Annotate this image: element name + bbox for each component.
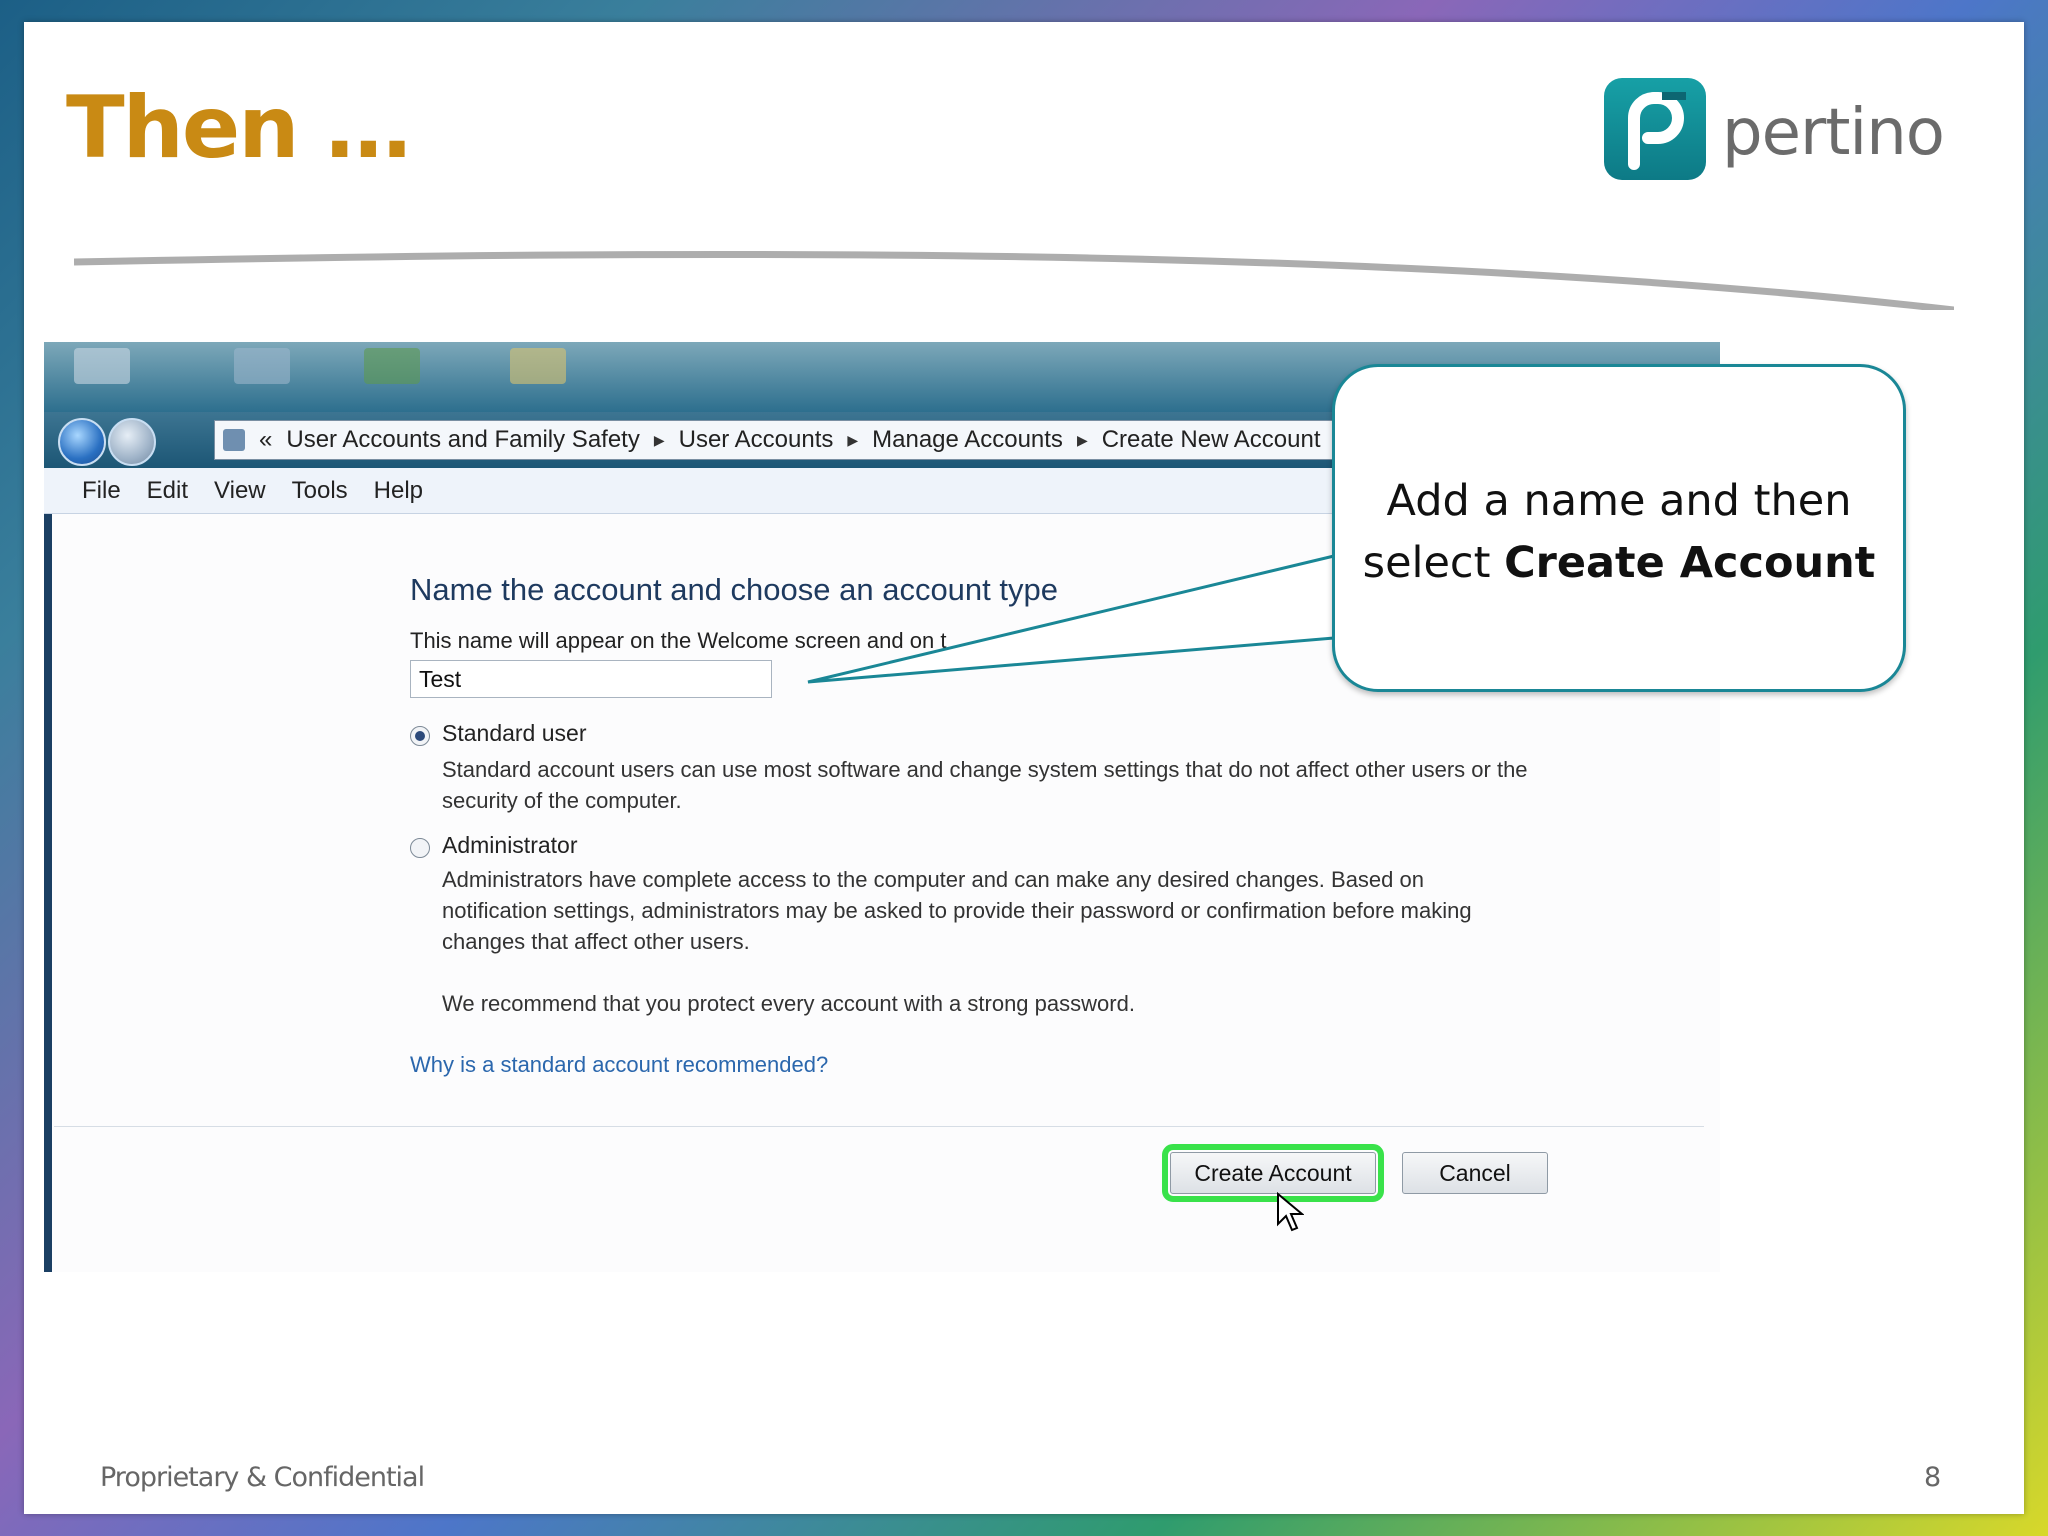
standard-account-help-link[interactable]: Why is a standard account recommended?	[410, 1052, 828, 1078]
callout-text: Add a name and then select Create Accoun…	[1332, 470, 1906, 594]
back-arrow-icon[interactable]	[58, 418, 106, 466]
menu-help[interactable]: Help	[374, 477, 423, 505]
footer-confidential: Proprietary & Confidential	[100, 1462, 425, 1493]
desktop-icon	[364, 348, 420, 384]
desktop-icon	[234, 348, 290, 384]
callout-line-2-prefix: select	[1362, 538, 1505, 588]
control-panel-icon	[223, 429, 245, 451]
breadcrumb-item[interactable]: User Accounts and Family Safety	[286, 426, 639, 454]
breadcrumb[interactable]: « User Accounts and Family Safety ▶ User…	[214, 420, 1474, 460]
slide-title: Then …	[66, 78, 411, 178]
breadcrumb-item[interactable]: User Accounts	[679, 426, 834, 454]
logo-mark-icon	[1604, 78, 1706, 180]
callout-line-2-bold: Create Account	[1504, 538, 1876, 588]
logo-text: pertino	[1722, 96, 1945, 170]
window-edge	[44, 514, 52, 1272]
mouse-cursor-icon	[1277, 1192, 1304, 1232]
name-field-label: This name will appear on the Welcome scr…	[410, 628, 947, 653]
chevron-right-icon[interactable]: ▶	[847, 432, 858, 449]
breadcrumb-item[interactable]: Create New Account	[1102, 426, 1321, 454]
administrator-label[interactable]: Administrator	[442, 832, 577, 859]
page-heading: Name the account and choose an account t…	[410, 572, 1058, 607]
separator	[54, 1126, 1704, 1127]
callout-line-1: Add a name and then	[1386, 476, 1852, 526]
administrator-description: Administrators have complete access to t…	[442, 867, 1472, 954]
menu-tools[interactable]: Tools	[292, 477, 348, 505]
administrator-radio[interactable]	[410, 838, 430, 858]
standard-user-radio[interactable]	[410, 726, 430, 746]
chevron-right-icon[interactable]: ▶	[654, 432, 665, 449]
password-recommendation: We recommend that you protect every acco…	[442, 991, 1135, 1016]
page-number: 8	[1924, 1462, 1942, 1493]
menu-view[interactable]: View	[214, 477, 266, 505]
chevron-right-icon[interactable]: ▶	[1077, 432, 1088, 449]
pertino-logo: pertino	[1604, 78, 1945, 188]
title-divider	[74, 250, 1954, 310]
forward-arrow-icon[interactable]	[108, 418, 156, 466]
create-account-button[interactable]: Create Account	[1162, 1144, 1384, 1202]
standard-user-label[interactable]: Standard user	[442, 720, 586, 747]
breadcrumb-overflow[interactable]: «	[259, 426, 272, 454]
cancel-button[interactable]: Cancel	[1402, 1152, 1548, 1194]
desktop-icon	[74, 348, 130, 384]
standard-user-description: Standard account users can use most soft…	[442, 757, 1528, 813]
account-name-input[interactable]	[410, 660, 772, 698]
desktop-icon	[510, 348, 566, 384]
callout-line-2: select Create Account	[1332, 532, 1906, 594]
breadcrumb-item[interactable]: Manage Accounts	[872, 426, 1063, 454]
menu-edit[interactable]: Edit	[147, 477, 188, 505]
menu-file[interactable]: File	[82, 477, 121, 505]
